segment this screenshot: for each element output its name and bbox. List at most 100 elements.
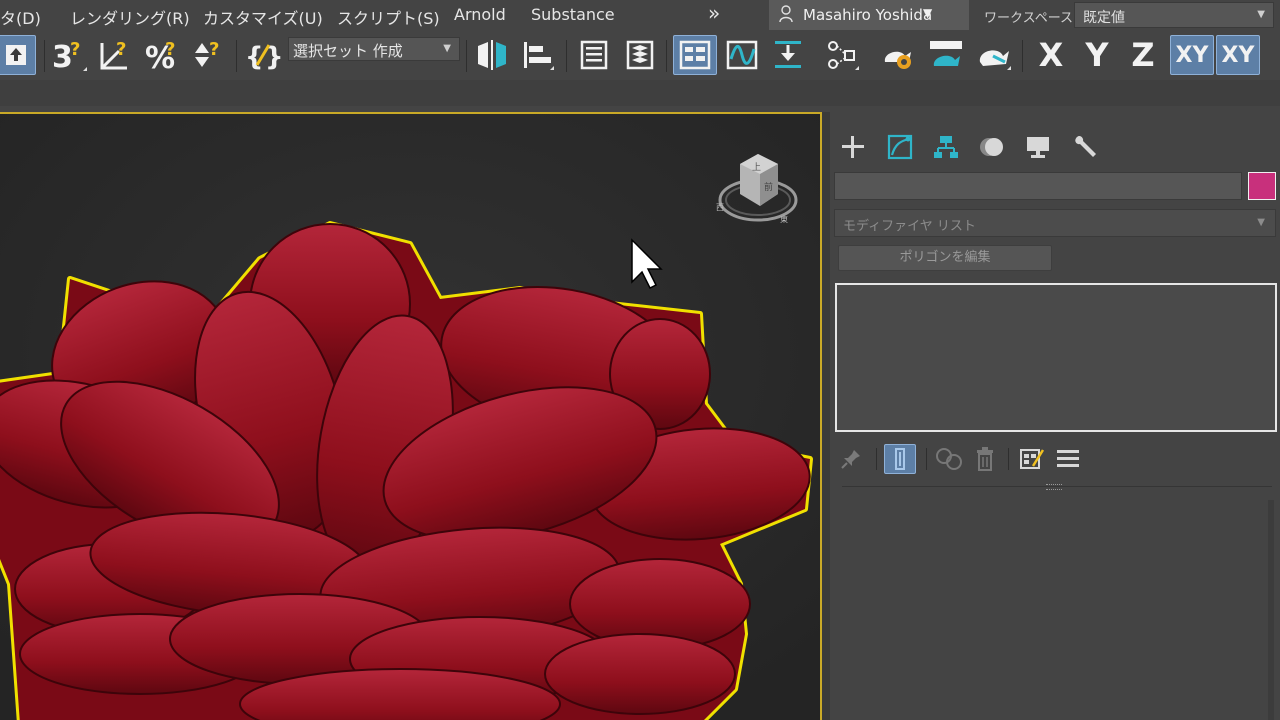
schematic-view-button[interactable] bbox=[768, 35, 808, 75]
axis-z-label: Z bbox=[1131, 36, 1155, 74]
edit-poly-button[interactable]: ポリゴンを編集 bbox=[838, 245, 1052, 271]
viewcube-front-label: 前 bbox=[764, 181, 773, 193]
workspace-select[interactable]: 既定値 ▼ bbox=[1074, 2, 1274, 28]
spinner-snap-icon: ? bbox=[195, 39, 219, 67]
end-result-icon bbox=[895, 448, 905, 470]
tab-motion[interactable] bbox=[975, 130, 1009, 164]
scene-explorer-button[interactable] bbox=[574, 35, 614, 75]
select-and-link-button[interactable] bbox=[0, 35, 36, 75]
stack-separator bbox=[876, 448, 877, 470]
layer-explorer-button[interactable] bbox=[620, 35, 660, 75]
axis-z-button[interactable]: Z bbox=[1122, 35, 1164, 75]
mirror-button[interactable] bbox=[472, 35, 512, 75]
menu-item-scripting[interactable]: スクリプト(S) bbox=[337, 5, 440, 29]
object-color-swatch[interactable] bbox=[1248, 172, 1276, 200]
angle-snap-button[interactable]: ? bbox=[96, 35, 136, 75]
object-name-input[interactable] bbox=[834, 172, 1242, 200]
named-selection-icon: { } bbox=[245, 42, 281, 72]
spinner-snap-button[interactable]: ? bbox=[188, 35, 228, 75]
list-icon bbox=[580, 40, 608, 70]
hierarchy-icon bbox=[934, 136, 958, 158]
chevron-down-icon: ▼ bbox=[923, 6, 933, 20]
render-production-button[interactable] bbox=[972, 35, 1016, 75]
curve-editor-icon bbox=[726, 40, 758, 70]
align-button[interactable] bbox=[518, 35, 558, 75]
axis-xy-cycle-button[interactable]: XY bbox=[1216, 35, 1260, 75]
modify-curve-icon bbox=[887, 134, 913, 160]
render-setup-button[interactable] bbox=[876, 35, 920, 75]
material-editor-button[interactable] bbox=[820, 35, 864, 75]
modifier-list-dropdown[interactable]: モディファイヤ リスト ▼ bbox=[834, 209, 1276, 237]
modifier-list-label: モディファイヤ リスト bbox=[843, 219, 976, 234]
remove-modifier-button[interactable] bbox=[970, 444, 1000, 474]
axis-y-button[interactable]: Y bbox=[1076, 35, 1118, 75]
toolbar-separator bbox=[666, 40, 667, 72]
svg-text:?: ? bbox=[209, 39, 219, 60]
pin-icon bbox=[841, 450, 860, 469]
menu-item-substance[interactable]: Substance bbox=[531, 5, 615, 24]
menu-overflow-button[interactable]: » bbox=[708, 1, 720, 25]
command-panel-scrollbar[interactable] bbox=[1268, 500, 1274, 720]
frame-window-icon bbox=[930, 41, 962, 66]
menu-item-data[interactable]: タ(D) bbox=[0, 5, 41, 29]
curve-editor-button[interactable] bbox=[722, 35, 762, 75]
make-unique-button[interactable] bbox=[932, 444, 966, 474]
workspace-label: ワークスペース: bbox=[984, 11, 1078, 26]
material-nodes-icon bbox=[828, 41, 859, 70]
wrench-icon bbox=[1075, 135, 1096, 157]
align-icon bbox=[524, 42, 554, 70]
user-name: Masahiro Yoshida bbox=[803, 6, 933, 24]
toolbar-separator bbox=[1022, 40, 1023, 72]
toolbar-separator bbox=[236, 40, 237, 72]
teapot-icon bbox=[979, 50, 1011, 70]
configure-sets-icon bbox=[1020, 449, 1045, 469]
axis-x-label: X bbox=[1038, 36, 1064, 74]
teapot-gear-icon bbox=[884, 51, 911, 69]
axis-x-button[interactable]: X bbox=[1030, 35, 1072, 75]
tab-hierarchy[interactable] bbox=[929, 130, 963, 164]
snap-3d-icon: 3 ? bbox=[52, 39, 87, 73]
chevron-down-icon: ▼ bbox=[1257, 9, 1265, 20]
svg-text:?: ? bbox=[116, 39, 126, 60]
tab-modify[interactable] bbox=[883, 130, 917, 164]
percent-snap-icon: % ? bbox=[145, 39, 175, 73]
chevron-down-icon: ▼ bbox=[1257, 217, 1265, 228]
make-unique-icon bbox=[936, 448, 962, 470]
tab-display[interactable] bbox=[1021, 130, 1055, 164]
user-icon bbox=[779, 5, 793, 23]
download-icon bbox=[775, 41, 801, 68]
main-toolbar: 3 ? ? % ? ? { } 選択セット 作成 ▼ bbox=[0, 30, 1280, 80]
modifier-list-menu-button[interactable] bbox=[1052, 444, 1084, 474]
toolbar-substrip bbox=[0, 80, 1280, 106]
menu-item-rendering[interactable]: レンダリング(R) bbox=[70, 5, 190, 29]
tab-create[interactable] bbox=[836, 130, 870, 164]
show-end-result-button[interactable] bbox=[884, 444, 916, 474]
modifier-stack-list[interactable] bbox=[835, 283, 1277, 432]
axis-xy-label: XY bbox=[1175, 42, 1209, 68]
snaps-toggle-button[interactable]: 3 ? bbox=[50, 35, 90, 75]
viewport-splitter[interactable] bbox=[822, 112, 830, 720]
selection-set-value: 選択セット 作成 bbox=[293, 42, 403, 60]
user-account-dropdown[interactable]: Masahiro Yoshida ▼ bbox=[769, 0, 969, 30]
stack-separator bbox=[1008, 448, 1009, 470]
toggle-ribbon-button[interactable] bbox=[673, 35, 717, 75]
pin-stack-button[interactable] bbox=[836, 444, 866, 474]
axis-xy-button[interactable]: XY bbox=[1170, 35, 1214, 75]
edit-named-selection-button[interactable]: { } bbox=[242, 35, 282, 75]
axis-xy-cycle-label: XY bbox=[1221, 42, 1255, 68]
viewcube-compass-east: 東 bbox=[780, 214, 788, 224]
toolbar-separator bbox=[566, 40, 567, 72]
rendered-frame-window-button[interactable] bbox=[924, 35, 968, 75]
angle-snap-icon: ? bbox=[100, 39, 127, 70]
svg-text:?: ? bbox=[165, 39, 175, 60]
menu-item-customize[interactable]: カスタマイズ(U) bbox=[203, 5, 323, 29]
selection-set-dropdown[interactable]: 選択セット 作成 ▼ bbox=[288, 37, 460, 61]
menu-item-arnold[interactable]: Arnold bbox=[454, 5, 506, 24]
percent-snap-button[interactable]: % ? bbox=[142, 35, 182, 75]
stack-separator bbox=[926, 448, 927, 470]
perspective-viewport[interactable]: 上 前 東 西 bbox=[0, 112, 822, 720]
toolbar-separator bbox=[44, 40, 45, 72]
rollout-grip[interactable] bbox=[1046, 484, 1062, 490]
configure-modifier-sets-button[interactable] bbox=[1016, 444, 1048, 474]
tab-utilities[interactable] bbox=[1068, 130, 1102, 164]
